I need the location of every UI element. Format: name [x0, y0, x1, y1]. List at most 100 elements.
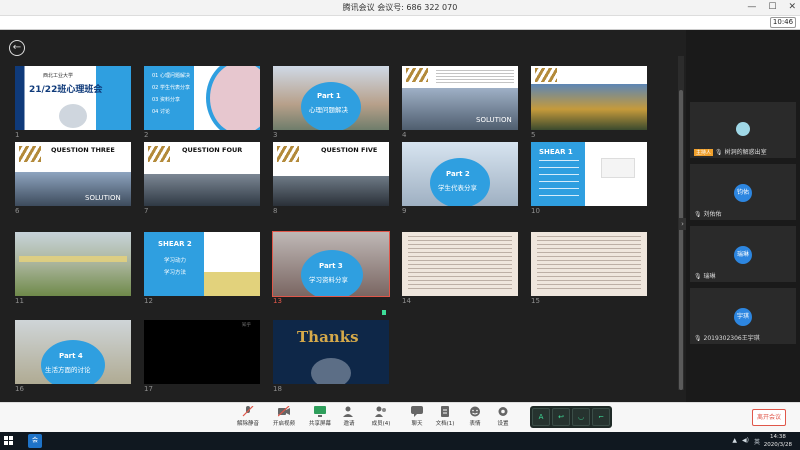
avatar: 钧佑	[734, 184, 752, 202]
clock-date: 2020/3/28	[763, 442, 792, 448]
slide-thumbnail-8[interactable]: QUESTION FIVE	[273, 142, 389, 206]
members-button[interactable]: 成员(4)	[364, 406, 398, 427]
agenda-item: 02 学生代表分享	[152, 85, 190, 91]
text-tool-button[interactable]: A	[532, 408, 550, 426]
windows-start-icon[interactable]	[4, 436, 14, 446]
camera-off-icon	[278, 406, 290, 417]
participant-tile[interactable]: 主持人 🎙 树洞的解惑出室	[690, 102, 796, 158]
slide-thumbnail-15[interactable]	[531, 232, 647, 296]
chat-icon	[411, 406, 423, 417]
slide-number: 13	[273, 297, 282, 305]
participant-tile[interactable]: 瑞琳 🎙 瑞琳	[690, 226, 796, 282]
part-title: 心理问题解决	[309, 106, 348, 114]
shape-tool-button[interactable]: ◡	[572, 408, 590, 426]
slide-number: 2	[144, 131, 149, 139]
participant-tile[interactable]: 宇琪 🎙 2019302306王宇琪	[690, 288, 796, 344]
part-title: 学生代表分享	[438, 184, 477, 192]
slide-thumbnail-11[interactable]	[15, 232, 131, 296]
leave-meeting-button[interactable]: 离开会议	[752, 409, 786, 426]
share-screen-icon	[314, 406, 326, 417]
documents-button[interactable]: 文档(1)	[428, 406, 462, 427]
back-arrow-icon[interactable]: ←	[9, 40, 25, 56]
slide-heading: QUESTION FIVE	[321, 146, 378, 154]
minimize-button[interactable]: —	[747, 2, 756, 12]
mic-icon: 🎙	[694, 211, 702, 218]
slide-thumbnail-10[interactable]: SHEAR 1	[531, 142, 647, 206]
part-label: Part 3	[319, 262, 343, 270]
slide-number: 1	[15, 131, 20, 139]
slide-number: 12	[144, 297, 153, 305]
slide-thumbnail-13[interactable]: Part 3 学习资料分享	[272, 231, 390, 297]
system-clock[interactable]: 14:38 2020/3/28	[764, 433, 792, 449]
slide-thumbnail-9[interactable]: Part 2 学生代表分享	[402, 142, 518, 206]
slide-thumbnail-12[interactable]: SHEAR 2 学习动力 学习方法	[144, 232, 260, 296]
agenda-item: 03 资料分享	[152, 97, 180, 103]
meeting-window: 腾讯会议 会议号: 686 322 070 — ☐ ✕ 10:46 ← 西北工业…	[0, 0, 800, 450]
slide-thumbnail-7[interactable]: QUESTION FOUR	[144, 142, 260, 206]
slide-number: 6	[15, 207, 20, 215]
start-video-button[interactable]: 开启视频	[267, 406, 301, 427]
slide-number: 17	[144, 385, 153, 393]
scrollbar-thumb[interactable]	[679, 90, 683, 390]
shared-screen-area: ← 西北工业大学 21/22班心理班会 1 01 心理问题解决 02 学生代表分…	[0, 30, 686, 402]
window-controls: — ☐ ✕	[747, 2, 796, 12]
slide-number: 15	[531, 297, 540, 305]
agenda-item: 01 心理问题解决	[152, 73, 190, 79]
slide-school: 西北工业大学	[43, 73, 74, 79]
slide-number: 4	[402, 131, 407, 139]
window-title: 腾讯会议 会议号: 686 322 070	[342, 3, 458, 12]
unmute-button[interactable]: 解除静音	[231, 406, 265, 427]
part-label: Part 2	[446, 170, 470, 178]
gear-icon	[498, 407, 508, 416]
avatar: 宇琪	[734, 308, 752, 326]
slide-heading: QUESTION FOUR	[182, 146, 243, 154]
settings-button[interactable]: 设置	[486, 406, 520, 427]
clock-time: 14:38	[769, 434, 786, 440]
agenda-item: 04 讨论	[152, 109, 170, 115]
participant-tile[interactable]: 钧佑 🎙 刘佑佑	[690, 164, 796, 220]
members-icon	[375, 406, 386, 417]
slide-heading: QUESTION THREE	[51, 146, 115, 154]
invite-button[interactable]: 邀请	[332, 406, 366, 427]
network-icon[interactable]: ▲	[732, 437, 737, 446]
slide-tag: 知乎	[242, 323, 251, 328]
smiley-icon	[470, 406, 480, 417]
slide-thumbnail-18[interactable]: Thanks	[273, 320, 389, 384]
part-label: Part 4	[59, 352, 83, 360]
mic-icon: 🎙	[694, 273, 702, 280]
invite-icon	[343, 406, 353, 417]
slide-thumbnail-14[interactable]	[402, 232, 518, 296]
meeting-app-icon[interactable]: 会	[28, 434, 42, 448]
volume-icon[interactable]: ◀)	[742, 437, 749, 446]
avatar: 瑞琳	[734, 246, 752, 264]
mic-muted-icon	[242, 406, 254, 417]
os-taskbar: 会 ▲ ◀) 英 14:38 2020/3/28	[0, 432, 800, 450]
slide-number: 9	[402, 207, 407, 215]
slide-thumbnail-1[interactable]: 西北工业大学 21/22班心理班会	[15, 66, 131, 130]
host-tag: 主持人	[694, 149, 714, 156]
cursor-icon	[382, 310, 386, 315]
participant-name: 刘佑佑	[703, 211, 722, 218]
slide-thumbnail-2[interactable]: 01 心理问题解决 02 学生代表分享 03 资料分享 04 讨论	[144, 66, 260, 130]
slide-thumbnail-5[interactable]	[531, 66, 647, 130]
part-title: 学习资料分享	[309, 276, 348, 284]
close-button[interactable]: ✕	[788, 2, 796, 12]
undo-tool-button[interactable]: ↩	[552, 408, 570, 426]
meeting-toolbar: 解除静音 开启视频 共享屏幕 邀请 成员(4) 聊天 文档(1) 表情 设置	[0, 402, 800, 432]
slide-thumbnail-3[interactable]: Part 1 心理问题解决	[273, 66, 389, 130]
mic-icon: 🎙	[715, 149, 723, 156]
slide-thumbnail-17[interactable]: 知乎	[144, 320, 260, 384]
collapse-panel-icon[interactable]: ›	[679, 218, 686, 230]
pen-tool-button[interactable]: ⌐	[592, 408, 610, 426]
list-item: 学习方法	[164, 270, 187, 276]
input-language[interactable]: 英	[754, 437, 760, 446]
slide-thumbnail-6[interactable]: QUESTION THREE SOLUTION	[15, 142, 131, 206]
slide-thumbnail-16[interactable]: Part 4 生活方面的讨论	[15, 320, 131, 384]
thanks-title: Thanks	[297, 328, 359, 346]
slide-number: 5	[531, 131, 536, 139]
slide-number: 7	[144, 207, 149, 215]
maximize-button[interactable]: ☐	[768, 2, 776, 12]
slide-thumbnail-4[interactable]: SOLUTION	[402, 66, 518, 130]
participant-name: 树洞的解惑出室	[724, 149, 767, 156]
participant-name: 瑞琳	[703, 273, 716, 280]
